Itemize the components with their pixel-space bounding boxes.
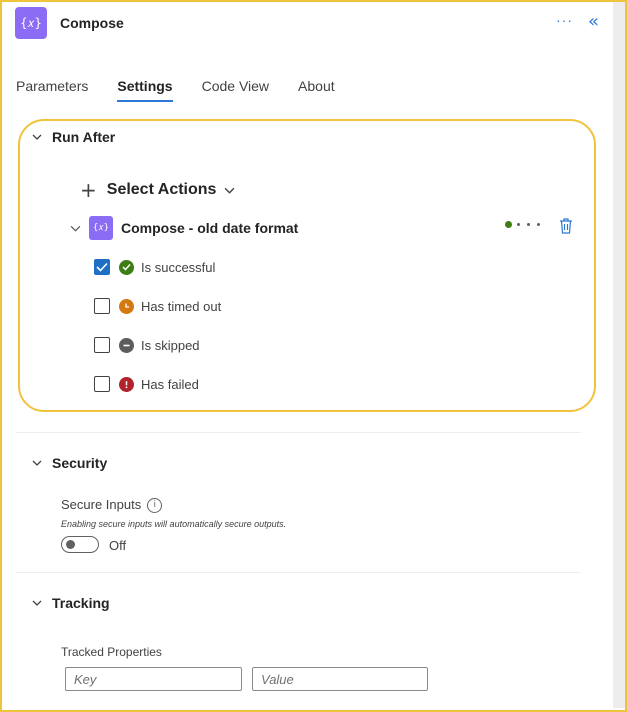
chevron-down-icon: [32, 134, 42, 140]
chevron-down-icon: [32, 460, 42, 466]
tab-code-view[interactable]: Code View: [202, 78, 269, 102]
panel-title: Compose: [60, 15, 124, 31]
tab-bar: Parameters Settings Code View About: [16, 78, 364, 102]
status-dots-icon: [505, 221, 547, 228]
status-has-timed-out[interactable]: Has timed out: [94, 298, 221, 314]
select-actions-button[interactable]: + Select Actions: [80, 178, 235, 202]
security-header[interactable]: Security: [32, 455, 107, 471]
toggle-knob: [66, 540, 75, 549]
status-label: Has timed out: [141, 298, 222, 314]
skipped-icon: [119, 337, 134, 353]
tracked-value-input[interactable]: [252, 667, 428, 691]
tracking-header[interactable]: Tracking: [32, 595, 110, 611]
info-icon[interactable]: i: [147, 498, 163, 514]
secure-inputs-text: Secure Inputs: [61, 497, 142, 512]
checkbox[interactable]: [94, 259, 110, 275]
toggle-state-label: Off: [109, 538, 127, 553]
secure-inputs-toggle[interactable]: [61, 536, 99, 553]
select-actions-label: Select Actions: [106, 181, 217, 198]
scrollbar[interactable]: [613, 2, 625, 708]
run-after-header[interactable]: Run After: [32, 129, 115, 145]
collapse-panel-button[interactable]: «: [588, 11, 599, 32]
status-is-skipped[interactable]: Is skipped: [94, 337, 200, 353]
chevron-down-icon[interactable]: [70, 223, 81, 234]
trash-icon[interactable]: [558, 217, 574, 235]
tab-parameters[interactable]: Parameters: [16, 78, 88, 102]
chevron-down-icon: [32, 600, 42, 606]
status-has-failed[interactable]: Has failed: [94, 376, 199, 392]
section-divider: [16, 432, 581, 433]
tracking-title: Tracking: [52, 595, 110, 611]
status-label: Has failed: [141, 376, 199, 392]
checkmark-icon: [96, 262, 108, 272]
section-divider: [16, 572, 581, 573]
clock-icon: [119, 298, 134, 314]
run-after-action-row: {𝑥} Compose - old date format: [70, 216, 580, 240]
more-options-button[interactable]: ···: [556, 12, 573, 28]
checkbox[interactable]: [94, 337, 110, 353]
curly-braces-icon: {𝑥}: [15, 7, 47, 39]
success-check-icon: [119, 259, 134, 275]
checkbox[interactable]: [94, 298, 110, 314]
tab-settings[interactable]: Settings: [117, 78, 173, 102]
status-label: Is successful: [141, 259, 216, 275]
secure-inputs-label: Secure Inputs i: [61, 497, 163, 514]
action-title: Compose - old date format: [121, 220, 299, 236]
secure-inputs-hint: Enabling secure inputs will automaticall…: [61, 519, 287, 529]
security-title: Security: [52, 455, 108, 471]
curly-braces-icon: {𝑥}: [89, 216, 113, 240]
status-is-successful[interactable]: Is successful: [94, 259, 215, 275]
run-after-title: Run After: [52, 129, 116, 145]
tracked-key-input[interactable]: [65, 667, 242, 691]
failed-icon: [119, 376, 134, 392]
plus-icon: +: [80, 178, 97, 202]
tab-about[interactable]: About: [298, 78, 335, 102]
tracked-properties-label: Tracked Properties: [61, 645, 162, 659]
status-label: Is skipped: [141, 337, 200, 353]
checkbox[interactable]: [94, 376, 110, 392]
chevron-down-icon: [225, 187, 235, 194]
